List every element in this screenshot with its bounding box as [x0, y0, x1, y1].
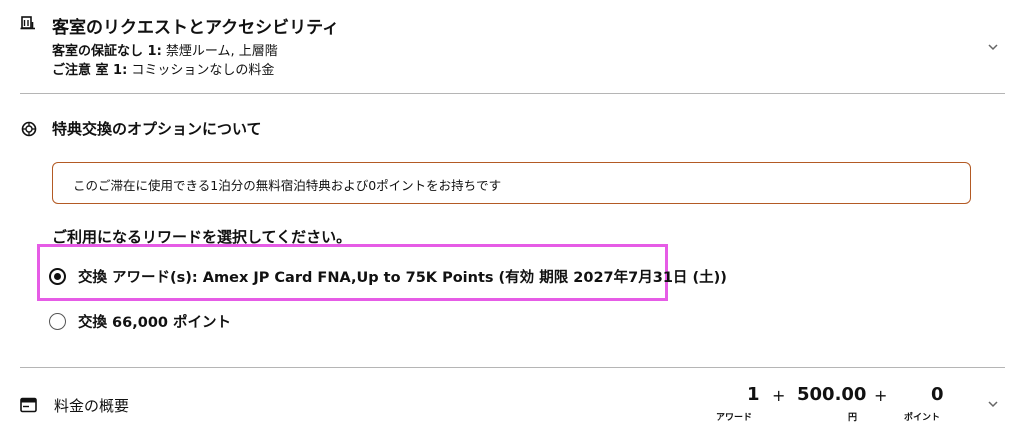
award-badge-icon — [21, 121, 37, 137]
room-guarantee-line: 客室の保証なし 1: 禁煙ルーム, 上層階 — [52, 40, 278, 59]
reward-info-box: このご滞在に使用できる1泊分の無料宿泊特典および0ポイントをお持ちです — [52, 162, 971, 204]
room-guarantee-value: 禁煙ルーム, 上層階 — [161, 44, 278, 59]
reward-option-award-label: 交換 アワード(s): Amex JP Card FNA,Up to 75K P… — [78, 269, 727, 286]
price-points-unit: ポイント — [904, 413, 941, 423]
price-summary-title: 料金の概要 — [54, 397, 130, 415]
section-divider — [20, 367, 1005, 368]
reward-options-title: 特典交換のオプションについて — [52, 120, 262, 138]
reward-info-text: このご滞在に使用できる1泊分の無料宿泊特典および0ポイントをお持ちです — [73, 178, 502, 193]
room-guarantee-label: 客室の保証なし 1: — [52, 44, 162, 59]
room-notice-label: ご注意 室 1: — [52, 63, 128, 78]
reward-option-points-label: 交換 66,000 ポイント — [78, 314, 232, 331]
chevron-down-icon[interactable] — [986, 397, 1000, 411]
reward-option-award[interactable]: 交換 アワード(s): Amex JP Card FNA,Up to 75K P… — [49, 265, 727, 287]
page: 客室のリクエストとアクセシビリティ 客室の保証なし 1: 禁煙ルーム, 上層階 … — [0, 0, 1024, 427]
price-yen-value: 500.00 — [797, 384, 867, 405]
reward-option-points[interactable]: 交換 66,000 ポイント — [49, 310, 231, 332]
chevron-down-icon[interactable] — [986, 40, 1000, 54]
price-plus-sign: + — [772, 386, 786, 405]
section-divider — [20, 93, 1005, 94]
room-notice-value: コミッションなしの料金 — [127, 63, 275, 78]
price-points-value: 0 — [931, 384, 944, 405]
price-yen-unit: 円 — [848, 413, 858, 423]
room-notice-line: ご注意 室 1: コミッションなしの料金 — [52, 59, 274, 78]
price-awards-value: 1 — [747, 384, 760, 405]
price-awards-unit: アワード — [716, 413, 753, 423]
radio-selected-icon[interactable] — [49, 267, 66, 285]
room-requests-title: 客室のリクエストとアクセシビリティ — [52, 18, 340, 38]
price-plus-sign: + — [874, 386, 888, 405]
room-requests-section[interactable]: 客室のリクエストとアクセシビリティ 客室の保証なし 1: 禁煙ルーム, 上層階 … — [0, 0, 1024, 92]
bed-building-icon — [20, 16, 35, 30]
wallet-icon — [20, 397, 37, 413]
radio-unselected-icon[interactable] — [49, 312, 66, 330]
